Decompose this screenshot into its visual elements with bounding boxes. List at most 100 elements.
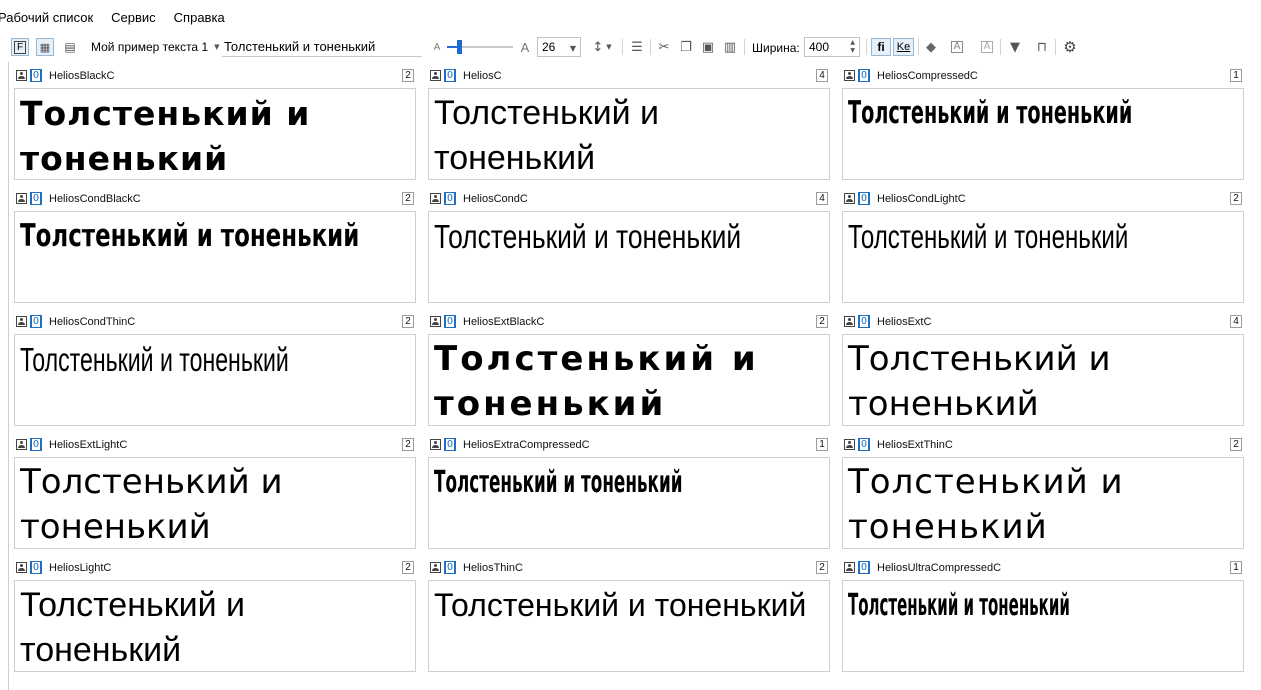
grid-view-button[interactable]: ▦ xyxy=(36,37,54,57)
toolbar: F ▦ ▤ Мой пример текста 1 ▼ A A 26 ▼ ↕ ▼… xyxy=(0,34,1261,60)
font-card[interactable]: O HeliosExtLightC 2 Толстенький и тонень… xyxy=(14,435,416,549)
font-type-icon: O xyxy=(858,438,870,451)
filter-button[interactable]: ▼ xyxy=(1006,37,1024,57)
font-card[interactable]: O HeliosThinC 2 Толстенький и тоненький xyxy=(428,558,830,672)
font-preview[interactable]: Толстенький и тоненький xyxy=(428,457,830,549)
style-count-badge: 1 xyxy=(1230,561,1242,574)
font-preview[interactable]: Толстенький и тоненький xyxy=(14,457,416,549)
user-icon[interactable] xyxy=(430,193,441,204)
font-sample-text: Толстенький и тоненький xyxy=(20,462,283,547)
kerning-icon: Ke xyxy=(896,41,911,53)
user-icon[interactable] xyxy=(16,562,27,573)
font-type-icon: O xyxy=(30,438,42,451)
user-icon[interactable] xyxy=(844,193,855,204)
font-type-icon: O xyxy=(858,69,870,82)
font-preview[interactable]: Толстенький и тоненький xyxy=(428,88,830,180)
font-name: HeliosCondBlackC xyxy=(49,193,141,205)
toolbar-divider xyxy=(744,39,745,55)
text-align-button[interactable]: ☰ xyxy=(628,37,646,57)
font-name: HeliosLightC xyxy=(49,562,112,574)
font-mode-button[interactable]: F xyxy=(11,37,29,57)
font-preview[interactable]: Толстенький и тоненький xyxy=(14,88,416,180)
sample-name-dropdown[interactable]: Мой пример текста 1 ▼ xyxy=(91,37,221,57)
font-preview[interactable]: Толстенький и тоненький xyxy=(14,580,416,672)
font-card[interactable]: O HeliosExtBlackC 2 Толстенький и тонень… xyxy=(428,312,830,426)
width-spinner[interactable]: 400 ▲ ▼ xyxy=(804,37,860,57)
user-icon[interactable] xyxy=(844,562,855,573)
user-icon[interactable] xyxy=(16,439,27,450)
font-preview[interactable]: Толстенький и тоненький xyxy=(14,211,416,303)
tag-button[interactable]: ◆ xyxy=(922,37,940,57)
glyph-outline-button[interactable]: A xyxy=(978,37,996,57)
font-card[interactable]: O HeliosUltraCompressedC 1 Толстенький и… xyxy=(842,558,1244,672)
cut-button[interactable]: ✂ xyxy=(656,37,672,57)
big-a-icon: A xyxy=(520,39,530,55)
sample-text-input[interactable] xyxy=(222,37,422,57)
font-preview[interactable]: Толстенький и тоненький xyxy=(428,580,830,672)
user-icon[interactable] xyxy=(844,70,855,81)
line-spacing-button[interactable]: ↕ ▼ xyxy=(589,37,615,57)
style-count-badge: 2 xyxy=(402,192,414,205)
font-preview[interactable]: Толстенький и тоненький xyxy=(428,211,830,303)
delete-button[interactable]: ▥ xyxy=(722,37,738,57)
font-type-icon: O xyxy=(444,561,456,574)
font-name: HeliosC xyxy=(463,70,502,82)
glyph-a-button[interactable]: A xyxy=(948,37,966,57)
font-card[interactable]: O HeliosCondLightC 2 Толстенький и тонен… xyxy=(842,189,1244,303)
font-card[interactable]: O HeliosCondBlackC 2 Толстенький и тонен… xyxy=(14,189,416,303)
compare-button[interactable]: ⊓ xyxy=(1033,37,1051,57)
scissors-icon: ✂ xyxy=(658,39,670,55)
user-icon[interactable] xyxy=(430,439,441,450)
slider-thumb[interactable] xyxy=(456,40,462,54)
font-size-combo[interactable]: 26 ▼ xyxy=(537,37,581,57)
font-type-icon: O xyxy=(444,192,456,205)
user-icon[interactable] xyxy=(844,316,855,327)
font-preview[interactable]: Толстенький и тоненький xyxy=(14,334,416,426)
font-card[interactable]: O HeliosExtC 4 Толстенький и тоненький xyxy=(842,312,1244,426)
font-preview[interactable]: Толстенький и тоненький xyxy=(842,580,1244,672)
font-card[interactable]: O HeliosExtraCompressedC 1 Толстенький и… xyxy=(428,435,830,549)
user-icon[interactable] xyxy=(16,70,27,81)
gear-icon: ⚙ xyxy=(1063,37,1077,56)
kerning-toggle[interactable]: Ke xyxy=(893,37,914,57)
style-count-badge: 2 xyxy=(402,438,414,451)
font-card[interactable]: O HeliosLightC 2 Толстенький и тоненький xyxy=(14,558,416,672)
ligatures-toggle[interactable]: fi xyxy=(871,37,891,57)
increase-size-button[interactable]: A xyxy=(519,37,531,57)
list-view-button[interactable]: ▤ xyxy=(61,37,79,57)
user-icon[interactable] xyxy=(16,193,27,204)
menu-service[interactable]: Сервис xyxy=(111,10,156,25)
menu-worklist[interactable]: Рабочий список xyxy=(0,10,93,25)
font-name: HeliosCondThinC xyxy=(49,316,136,328)
copy-button[interactable]: ❐ xyxy=(678,37,694,57)
font-preview[interactable]: Толстенький и тоненький xyxy=(842,457,1244,549)
style-count-badge: 2 xyxy=(816,561,828,574)
font-size-slider[interactable] xyxy=(447,40,513,54)
spinner-arrows-icon[interactable]: ▲ ▼ xyxy=(850,39,855,55)
font-preview[interactable]: Толстенький и тоненький xyxy=(428,334,830,426)
style-count-badge: 1 xyxy=(816,438,828,451)
style-count-badge: 2 xyxy=(1230,192,1242,205)
font-card[interactable]: O HeliosBlackC 2 Толстенький и тоненький xyxy=(14,66,416,180)
user-icon[interactable] xyxy=(16,316,27,327)
font-preview[interactable]: Толстенький и тоненький xyxy=(842,211,1244,303)
font-card[interactable]: O HeliosC 4 Толстенький и тоненький xyxy=(428,66,830,180)
menu-help[interactable]: Справка xyxy=(174,10,225,25)
font-card[interactable]: O HeliosCondThinC 2 Толстенький и тонень… xyxy=(14,312,416,426)
decrease-size-button[interactable]: A xyxy=(432,37,442,57)
font-preview[interactable]: Толстенький и тоненький xyxy=(842,334,1244,426)
copy-icon: ❐ xyxy=(680,39,692,55)
user-icon[interactable] xyxy=(430,562,441,573)
settings-button[interactable]: ⚙ xyxy=(1061,37,1079,57)
font-card[interactable]: O HeliosExtThinC 2 Толстенький и тоненьк… xyxy=(842,435,1244,549)
font-sample-text: Толстенький и тоненький xyxy=(848,462,1124,547)
font-card[interactable]: O HeliosCompressedC 1 Толстенький и тоне… xyxy=(842,66,1244,180)
tag-icon: ◆ xyxy=(926,39,936,55)
font-preview[interactable]: Толстенький и тоненький xyxy=(842,88,1244,180)
user-icon[interactable] xyxy=(844,439,855,450)
user-icon[interactable] xyxy=(430,316,441,327)
user-icon[interactable] xyxy=(430,70,441,81)
paste-button[interactable]: ▣ xyxy=(700,37,716,57)
width-value: 400 xyxy=(809,40,830,54)
font-card[interactable]: O HeliosCondC 4 Толстенький и тоненький xyxy=(428,189,830,303)
